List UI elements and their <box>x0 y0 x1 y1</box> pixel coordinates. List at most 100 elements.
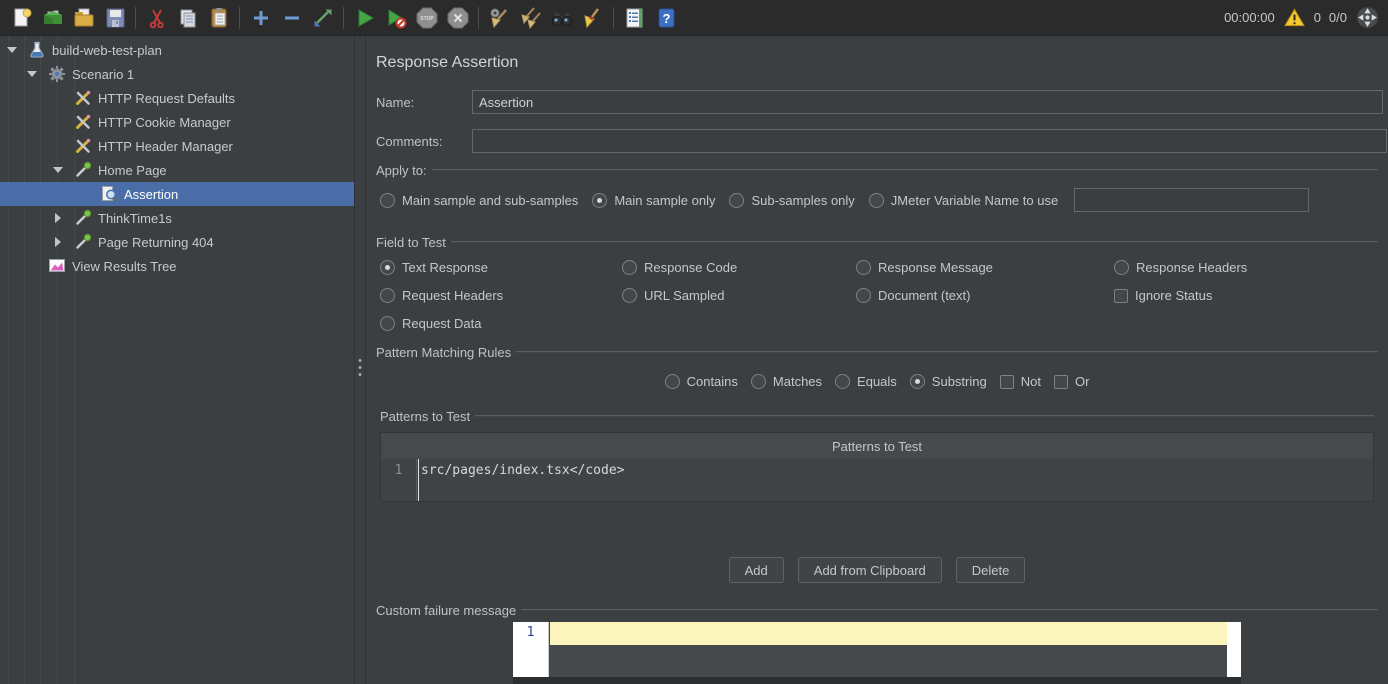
option-label: Text Response <box>402 260 488 275</box>
checkbox-or[interactable]: Or <box>1054 374 1089 389</box>
radio-contains[interactable]: Contains <box>665 374 738 389</box>
radio-main-sample-and-sub-samples[interactable]: Main sample and sub-samples <box>380 193 578 208</box>
radio-text-response[interactable]: Text Response <box>380 260 622 275</box>
radio-request-headers[interactable]: Request Headers <box>380 288 622 303</box>
add-element-button[interactable] <box>245 3 276 33</box>
save-button[interactable] <box>99 3 130 33</box>
add-from-clipboard-button[interactable]: Add from Clipboard <box>798 557 942 583</box>
function-helper-icon <box>623 6 647 30</box>
expander-icon[interactable] <box>22 71 42 77</box>
radio-response-code[interactable]: Response Code <box>622 260 856 275</box>
tree-item-home-page[interactable]: Home Page <box>0 158 354 182</box>
comments-input[interactable] <box>472 129 1387 153</box>
pattern-matching-title: Pattern Matching Rules <box>376 345 516 360</box>
group-rule <box>475 415 1374 417</box>
start-button[interactable] <box>349 3 380 33</box>
function-helper-button[interactable] <box>619 3 650 33</box>
copy-button[interactable] <box>172 3 203 33</box>
remove-element-button[interactable] <box>276 3 307 33</box>
tree-item-label: HTTP Request Defaults <box>98 91 235 106</box>
radio-jmeter-variable-name[interactable]: JMeter Variable Name to use <box>869 193 1058 208</box>
start-no-pauses-button[interactable] <box>380 3 411 33</box>
radio-main-sample-only[interactable]: Main sample only <box>592 193 715 208</box>
search-button[interactable] <box>546 3 577 33</box>
custom-failure-editor[interactable]: 1 <box>513 622 1241 684</box>
radio-response-message[interactable]: Response Message <box>856 260 1114 275</box>
thread-counts: 0/0 <box>1329 10 1347 25</box>
open-file-button[interactable] <box>68 3 99 33</box>
tree-item-assertion[interactable]: Assertion <box>0 182 354 206</box>
stop-button[interactable]: STOP <box>411 3 442 33</box>
tree-item-view-results-tree[interactable]: View Results Tree <box>0 254 354 278</box>
radio-response-headers[interactable]: Response Headers <box>1114 260 1354 275</box>
option-label: Request Headers <box>402 288 503 303</box>
panel-splitter[interactable]: ••• <box>354 36 366 684</box>
toolbar: STOP ? 00:00:00 0 0/0 <box>0 0 1388 36</box>
tree-item-label: Home Page <box>98 163 167 178</box>
expander-icon[interactable] <box>48 213 68 223</box>
jmeter-variable-input[interactable] <box>1074 188 1309 212</box>
name-row: Name: <box>376 90 1378 114</box>
radio-url-sampled[interactable]: URL Sampled <box>622 288 856 303</box>
radio-substring[interactable]: Substring <box>910 374 987 389</box>
radio-sub-samples-only[interactable]: Sub-samples only <box>729 193 854 208</box>
thread-indicator-icon <box>1355 5 1380 30</box>
templates-icon <box>41 6 65 30</box>
name-input[interactable] <box>472 90 1383 114</box>
new-file-button[interactable] <box>6 3 37 33</box>
editor-scrollbar[interactable] <box>1227 622 1241 677</box>
radio-equals[interactable]: Equals <box>835 374 897 389</box>
tree-item-http-cookie-manager[interactable]: HTTP Cookie Manager <box>0 110 354 134</box>
pattern-matching-group: Pattern Matching Rules Contains Matches … <box>376 344 1378 389</box>
tree-item-http-header-manager[interactable]: HTTP Header Manager <box>0 134 354 158</box>
checkbox-not[interactable]: Not <box>1000 374 1041 389</box>
radio-icon <box>380 288 395 303</box>
expander-icon[interactable] <box>48 237 68 247</box>
config-icon <box>74 137 92 155</box>
subtract-icon <box>280 6 304 30</box>
radio-document-text[interactable]: Document (text) <box>856 288 1114 303</box>
radio-icon <box>665 374 680 389</box>
expander-icon[interactable] <box>2 47 22 53</box>
add-button[interactable]: Add <box>729 557 784 583</box>
cut-button[interactable] <box>141 3 172 33</box>
tree-item-build-web-test-plan[interactable]: build-web-test-plan <box>0 38 354 62</box>
add-icon <box>249 6 273 30</box>
toggle-button[interactable] <box>307 3 338 33</box>
patterns-table-body[interactable]: 1 src/pages/index.tsx</code> <box>381 459 1373 501</box>
expander-icon[interactable] <box>48 167 68 173</box>
option-label: Not <box>1021 374 1041 389</box>
radio-selected-icon <box>380 260 395 275</box>
tree-item-label: HTTP Header Manager <box>98 139 233 154</box>
tree-item-label: ThinkTime1s <box>98 211 172 226</box>
radio-icon <box>856 288 871 303</box>
tree-item-http-request-defaults[interactable]: HTTP Request Defaults <box>0 86 354 110</box>
clear-all-button[interactable] <box>515 3 546 33</box>
shutdown-button[interactable] <box>442 3 473 33</box>
tree-item-thinktime1s[interactable]: ThinkTime1s <box>0 206 354 230</box>
checkbox-ignore-status[interactable]: Ignore Status <box>1114 288 1354 303</box>
help-button[interactable]: ? <box>650 3 681 33</box>
clear-button[interactable] <box>484 3 515 33</box>
radio-icon <box>751 374 766 389</box>
tree-item-scenario-1[interactable]: Scenario 1 <box>0 62 354 86</box>
splitter-grip-icon[interactable]: ••• <box>355 358 365 379</box>
shutdown-icon <box>446 6 470 30</box>
delete-button[interactable]: Delete <box>956 557 1026 583</box>
pattern-cell[interactable]: src/pages/index.tsx</code> <box>421 463 625 478</box>
tree-item-page-returning-404[interactable]: Page Returning 404 <box>0 230 354 254</box>
apply-to-title: Apply to: <box>376 163 432 178</box>
sampler-icon <box>74 233 92 251</box>
warning-triangle-icon[interactable] <box>1283 6 1306 29</box>
radio-request-data[interactable]: Request Data <box>380 316 622 331</box>
patterns-to-test-group: Patterns to Test Patterns to Test 1 src/… <box>380 408 1374 502</box>
patterns-column-header: Patterns to Test <box>381 433 1373 459</box>
templates-button[interactable] <box>37 3 68 33</box>
tree-item-label: View Results Tree <box>72 259 177 274</box>
paste-button[interactable] <box>203 3 234 33</box>
search-icon <box>550 6 574 30</box>
save-icon <box>103 6 127 30</box>
search-reset-button[interactable] <box>577 3 608 33</box>
radio-matches[interactable]: Matches <box>751 374 822 389</box>
stop-icon: STOP <box>415 6 439 30</box>
